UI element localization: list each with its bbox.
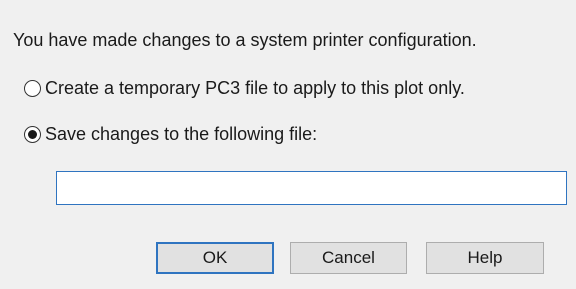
temporary-pc3-label: Create a temporary PC3 file to apply to …: [45, 78, 465, 98]
cancel-button[interactable]: Cancel: [290, 242, 407, 274]
printer-config-changes-dialog: You have made changes to a system printe…: [0, 0, 576, 289]
ok-button[interactable]: OK: [156, 242, 274, 274]
help-button[interactable]: Help: [426, 242, 544, 274]
save-changes-label: Save changes to the following file:: [45, 124, 318, 144]
dialog-message: You have made changes to a system printe…: [13, 30, 477, 50]
save-changes-radio[interactable]: [24, 125, 41, 143]
temporary-pc3-radio[interactable]: [24, 79, 41, 97]
save-changes-option[interactable]: Save changes to the following file:: [24, 123, 317, 145]
file-name-input[interactable]: [56, 171, 567, 205]
temporary-pc3-option[interactable]: Create a temporary PC3 file to apply to …: [24, 77, 465, 99]
